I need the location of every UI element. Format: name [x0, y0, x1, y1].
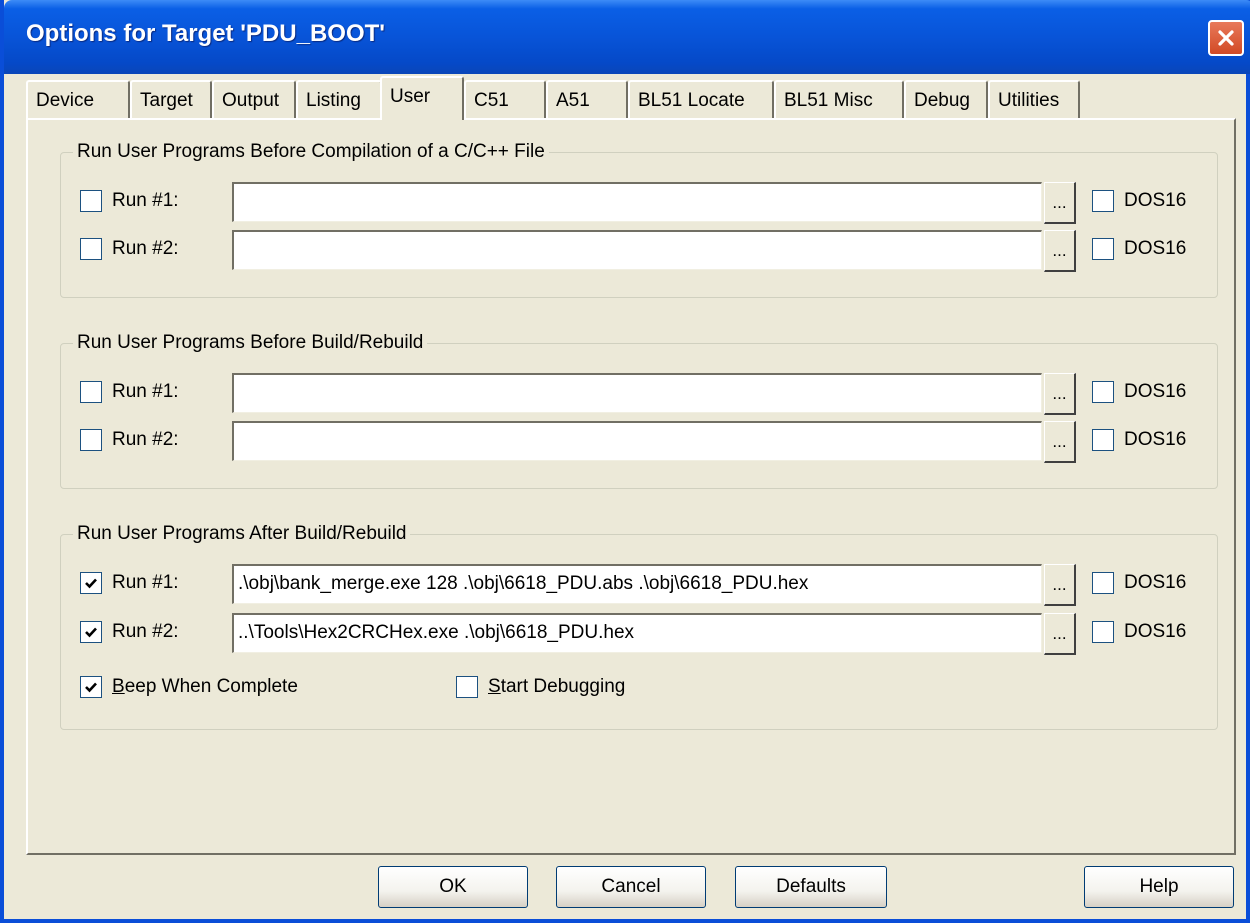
group-before-build: Run User Programs Before Build/Rebuild: [60, 331, 1218, 489]
group-title: Run User Programs After Build/Rebuild: [73, 522, 411, 546]
run-2-label: Run #2:: [112, 621, 179, 642]
run-1-label: Run #1:: [112, 381, 179, 402]
tab-label: Output: [222, 90, 280, 111]
tab-strip: Device Target Output Listing User C51 A5…: [26, 76, 1236, 120]
run-2-browse-button[interactable]: ...: [1044, 230, 1076, 272]
run-1-dos16-label: DOS16: [1124, 381, 1187, 402]
run-1-label: Run #1:: [112, 190, 179, 211]
run-2-checkbox[interactable]: [80, 621, 102, 643]
tab-utilities[interactable]: Utilities: [988, 80, 1080, 118]
tab-label: Device: [36, 90, 95, 111]
run-1-browse-button[interactable]: ...: [1044, 182, 1076, 224]
run-2-browse-button[interactable]: ...: [1044, 613, 1076, 655]
window-title: Options for Target 'PDU_BOOT': [26, 20, 385, 47]
tab-a51[interactable]: A51: [546, 80, 628, 118]
tab-label: A51: [556, 90, 590, 111]
group-before-compile: Run User Programs Before Compilation of …: [60, 140, 1218, 298]
run-1-browse-button[interactable]: ...: [1044, 564, 1076, 606]
run-1-command-input[interactable]: [232, 373, 1042, 413]
help-button[interactable]: Help: [1084, 866, 1234, 908]
run-2-dos16-label: DOS16: [1124, 429, 1187, 450]
tab-bl51-locate[interactable]: BL51 Locate: [628, 80, 774, 118]
tab-c51[interactable]: C51: [464, 80, 546, 118]
tab-user[interactable]: User: [380, 76, 464, 120]
tab-listing[interactable]: Listing: [296, 80, 382, 118]
tab-output[interactable]: Output: [212, 80, 296, 118]
run-1-dos16-checkbox[interactable]: [1092, 190, 1114, 212]
tab-label: Utilities: [998, 90, 1060, 111]
run-2-browse-button[interactable]: ...: [1044, 421, 1076, 463]
start-debug-label-rest: tart Debugging: [500, 676, 626, 697]
options-dialog: Options for Target 'PDU_BOOT' Device Tar…: [0, 0, 1250, 923]
beep-label-rest: eep When Complete: [124, 676, 298, 697]
group-title: Run User Programs Before Build/Rebuild: [73, 331, 428, 355]
beep-accelerator: B: [112, 676, 125, 697]
check-icon: [85, 682, 97, 693]
start-debugging-checkbox[interactable]: [456, 676, 478, 698]
tab-debug[interactable]: Debug: [904, 80, 988, 118]
run-2-dos16-label: DOS16: [1124, 621, 1187, 642]
tab-device[interactable]: Device: [26, 80, 130, 118]
run-1-dos16-label: DOS16: [1124, 190, 1187, 211]
title-bar[interactable]: Options for Target 'PDU_BOOT': [4, 0, 1250, 74]
run-1-label: Run #1:: [112, 572, 179, 593]
tab-label: BL51 Misc: [784, 90, 873, 111]
run-2-dos16-checkbox[interactable]: [1092, 429, 1114, 451]
defaults-button[interactable]: Defaults: [735, 866, 887, 908]
run-1-browse-button[interactable]: ...: [1044, 373, 1076, 415]
run-1-checkbox[interactable]: [80, 190, 102, 212]
tab-label: BL51 Locate: [638, 90, 745, 111]
start-debugging-label: Start Debugging: [488, 675, 625, 699]
run-1-command-input[interactable]: .\obj\bank_merge.exe 128 .\obj\6618_PDU.…: [232, 564, 1042, 604]
run-2-dos16-label: DOS16: [1124, 238, 1187, 259]
tab-label: C51: [474, 90, 509, 111]
beep-when-complete-label: Beep When Complete: [112, 675, 298, 699]
run-1-checkbox[interactable]: [80, 381, 102, 403]
tab-target[interactable]: Target: [130, 80, 212, 118]
run-2-dos16-checkbox[interactable]: [1092, 621, 1114, 643]
run-2-command-input[interactable]: [232, 230, 1042, 270]
run-2-command-input[interactable]: [232, 421, 1042, 461]
run-1-checkbox[interactable]: [80, 572, 102, 594]
close-icon: [1218, 30, 1234, 46]
check-icon: [85, 627, 97, 638]
tab-label: User: [390, 86, 431, 107]
run-2-checkbox[interactable]: [80, 238, 102, 260]
ok-button[interactable]: OK: [378, 866, 528, 908]
cancel-button[interactable]: Cancel: [556, 866, 706, 908]
run-2-dos16-checkbox[interactable]: [1092, 238, 1114, 260]
run-1-dos16-checkbox[interactable]: [1092, 381, 1114, 403]
tab-bl51-misc[interactable]: BL51 Misc: [774, 80, 904, 118]
beep-when-complete-checkbox[interactable]: [80, 676, 102, 698]
check-icon: [85, 578, 97, 589]
run-1-dos16-label: DOS16: [1124, 572, 1187, 593]
tab-label: Debug: [914, 90, 970, 111]
run-2-label: Run #2:: [112, 238, 179, 259]
tab-label: Listing: [306, 90, 361, 111]
run-2-command-input[interactable]: ..\Tools\Hex2CRCHex.exe .\obj\6618_PDU.h…: [232, 613, 1042, 653]
run-2-checkbox[interactable]: [80, 429, 102, 451]
run-1-command-input[interactable]: [232, 182, 1042, 222]
run-1-dos16-checkbox[interactable]: [1092, 572, 1114, 594]
start-debug-accelerator: S: [488, 676, 501, 697]
run-2-label: Run #2:: [112, 429, 179, 450]
tab-label: Target: [140, 90, 193, 111]
group-title: Run User Programs Before Compilation of …: [73, 140, 549, 164]
close-button[interactable]: [1208, 20, 1244, 56]
